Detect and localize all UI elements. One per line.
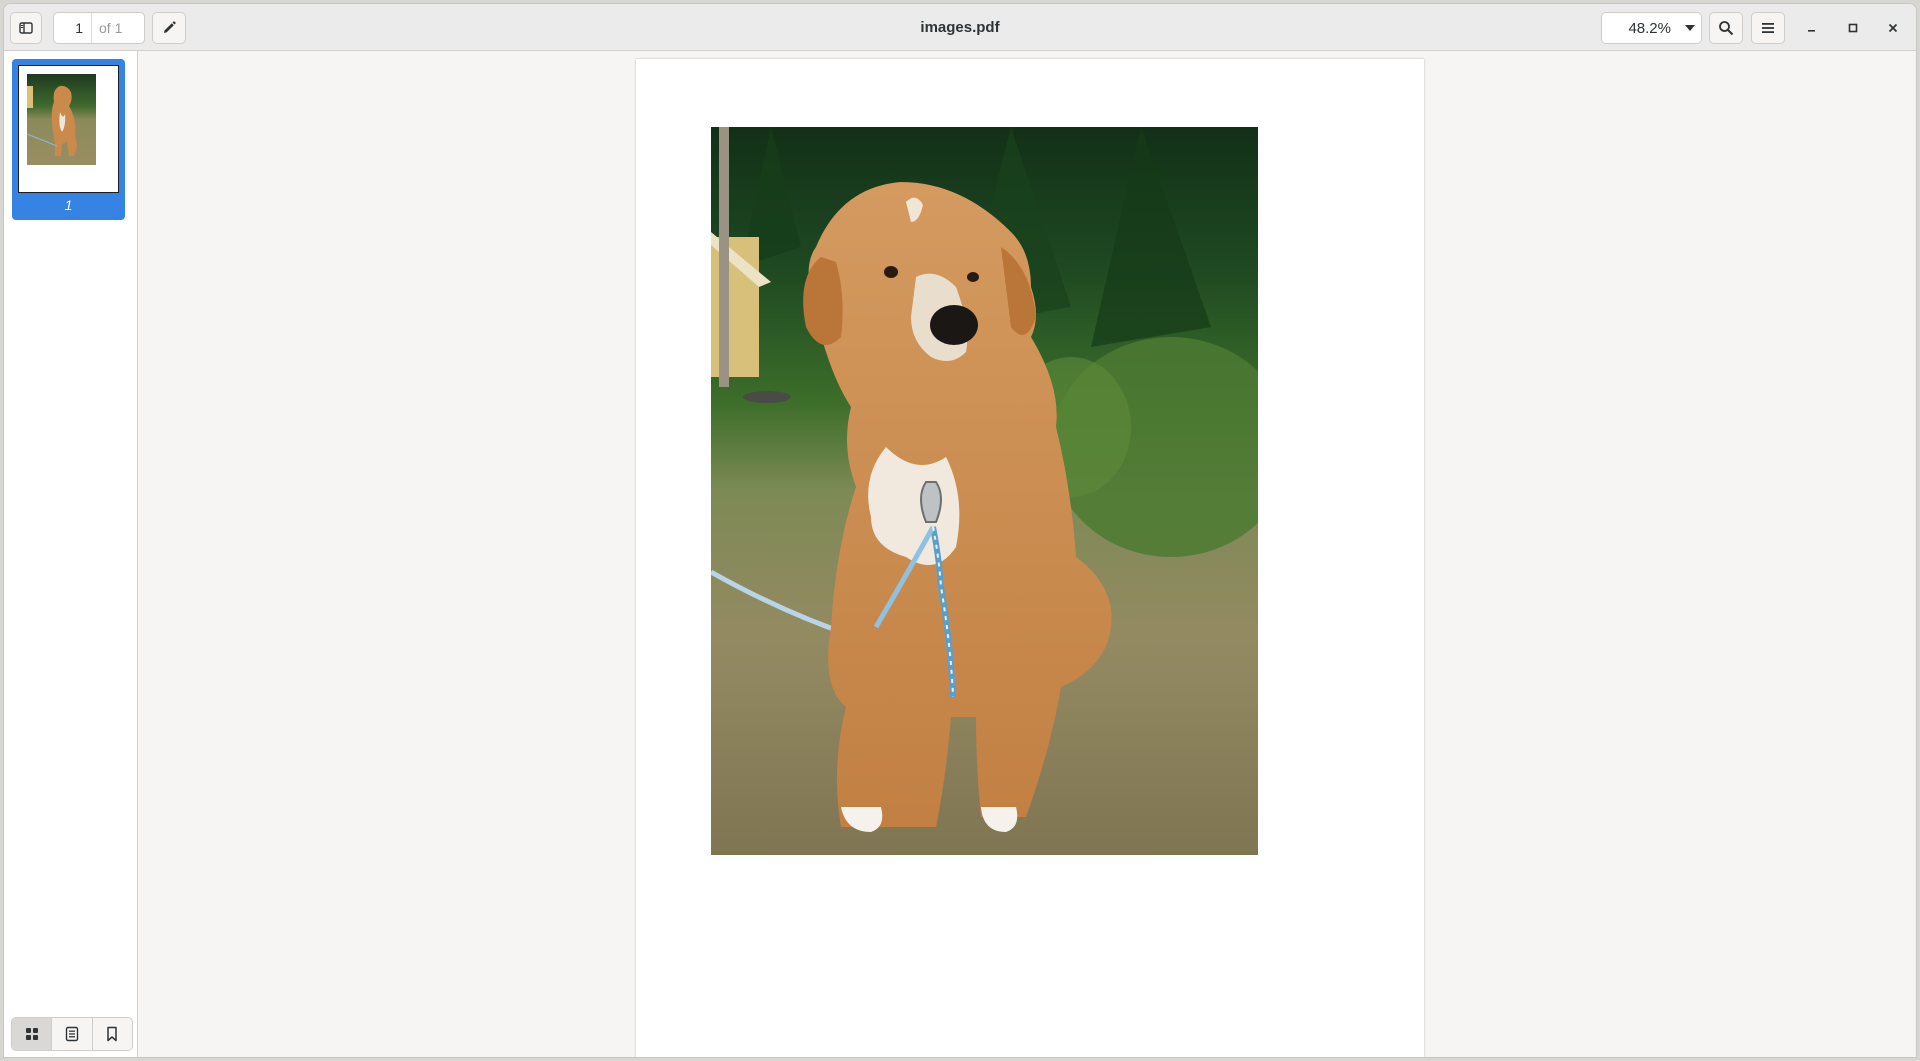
pdf-page (636, 59, 1424, 1057)
thumbnail-page (18, 65, 119, 193)
document-view[interactable] (138, 51, 1916, 1057)
current-page-input[interactable]: 1 (54, 13, 92, 43)
close-button[interactable] (1881, 16, 1905, 40)
search-button[interactable] (1709, 12, 1743, 44)
sidebar: 1 (4, 51, 138, 1057)
bookmarks-icon (107, 1026, 118, 1042)
header-bar: 1 of 1 images.pdf 48.2% (4, 4, 1916, 51)
sidebar-toggle-button[interactable] (10, 12, 42, 44)
total-pages-label: of 1 (99, 20, 123, 36)
sidebar-view-switcher (11, 1017, 133, 1051)
sidebar-icon (19, 22, 33, 34)
thumbnails-view-button[interactable] (12, 1018, 53, 1050)
thumbnail-item[interactable]: 1 (12, 59, 125, 220)
minimize-icon (1808, 30, 1815, 32)
app-window: 1 of 1 images.pdf 48.2% 1 (3, 3, 1917, 1058)
annotate-button[interactable] (152, 12, 186, 44)
zoom-value: 48.2% (1628, 19, 1671, 37)
main-menu-button[interactable] (1751, 12, 1785, 44)
maximize-button[interactable] (1841, 16, 1865, 40)
thumbnails-icon (25, 1028, 38, 1040)
search-icon (1719, 21, 1734, 36)
thumbnail-image (27, 74, 96, 165)
maximize-icon (1848, 23, 1858, 33)
minimize-button[interactable] (1800, 16, 1824, 40)
outline-view-button[interactable] (52, 1018, 93, 1050)
zoom-selector[interactable]: 48.2% (1601, 12, 1702, 44)
page-number-entry[interactable]: 1 of 1 (53, 12, 145, 44)
pencil-icon (164, 21, 176, 33)
close-icon (1888, 23, 1898, 33)
bookmarks-view-button[interactable] (92, 1018, 132, 1050)
dog-photo (711, 127, 1258, 855)
thumbnail-label: 1 (64, 197, 73, 213)
outline-icon (65, 1026, 79, 1042)
chevron-down-icon (1679, 24, 1701, 32)
hamburger-icon (1762, 23, 1774, 33)
